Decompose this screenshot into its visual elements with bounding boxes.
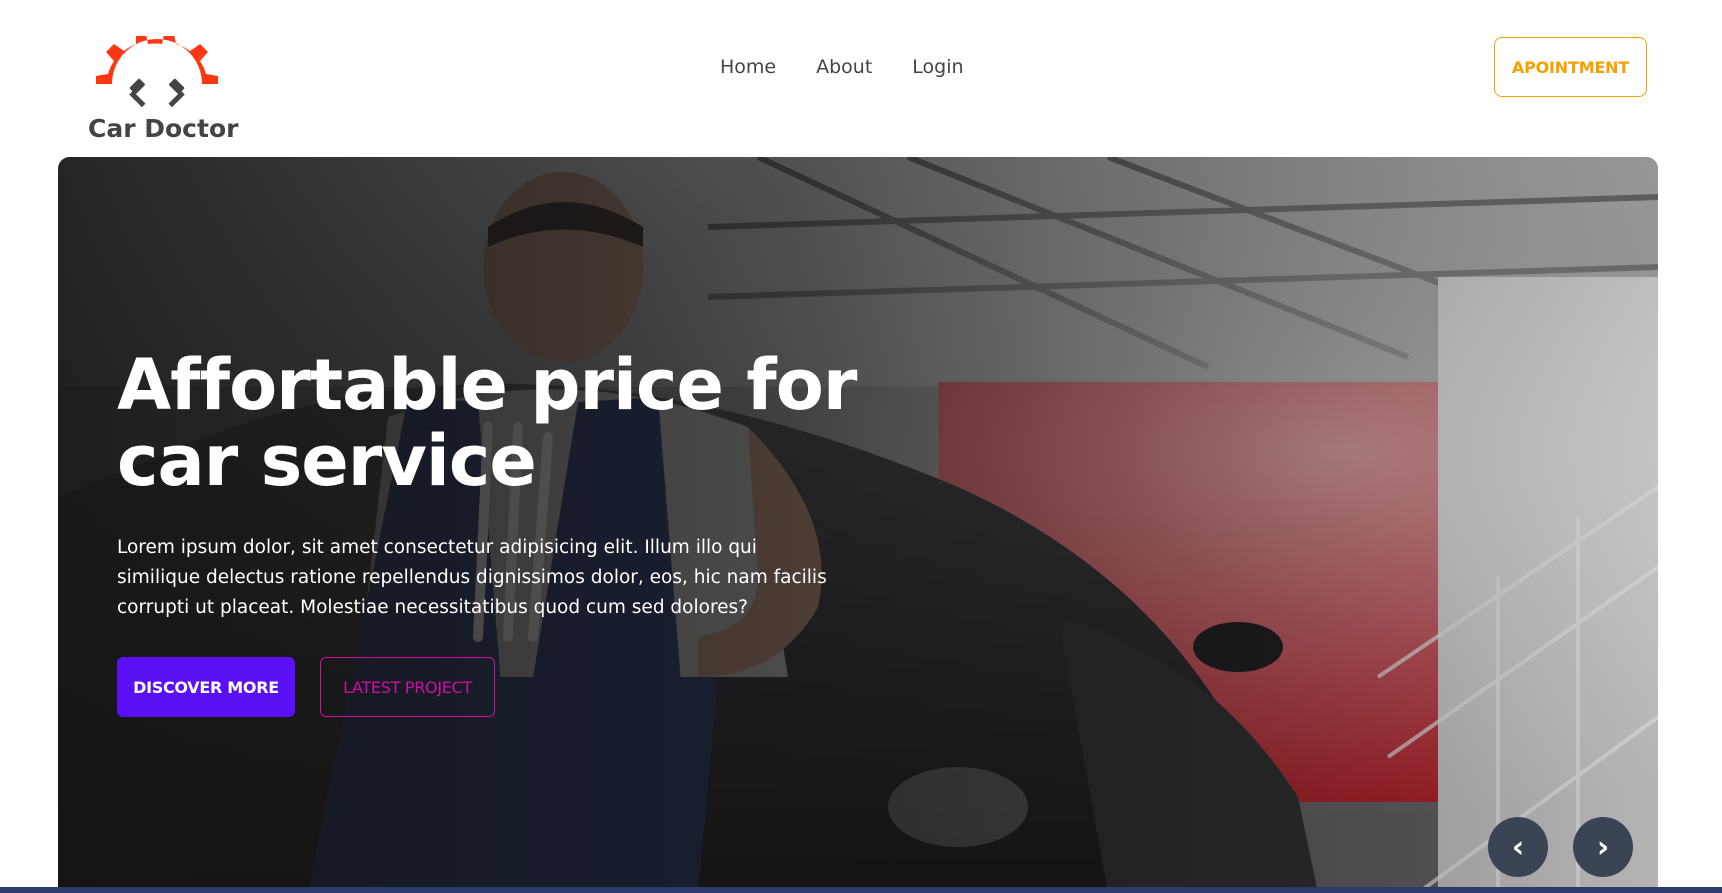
hero-actions: DISCOVER MORE LATEST PROJECT [117,657,495,717]
chevron-right-icon: › [1596,829,1610,865]
chevron-left-icon: ‹ [1511,829,1525,865]
discover-more-button[interactable]: DISCOVER MORE [117,657,295,717]
hero-title: Affortable price for car service [117,344,857,502]
nav-link-about[interactable]: About [816,52,872,82]
hero-description: Lorem ipsum dolor, sit amet consectetur … [117,537,827,618]
navbar: Car Doctor Home About Login APOINTMENT [0,0,1722,157]
nav-links: Home About Login [720,52,964,82]
brand-logo[interactable]: Car Doctor [88,36,239,146]
latest-project-button[interactable]: LATEST PROJECT [320,657,495,717]
hero-banner: Affortable price for car service Lorem i… [58,157,1658,893]
nav-link-login[interactable]: Login [912,52,963,82]
nav-link-home[interactable]: Home [720,52,776,82]
gear-piston-logo-icon [96,36,218,108]
slide-next-button[interactable]: › [1573,817,1633,877]
bottom-edge-bar [0,887,1722,893]
slide-prev-button[interactable]: ‹ [1488,817,1548,877]
appointment-button[interactable]: APOINTMENT [1494,37,1647,97]
hero-overlay [58,157,1658,893]
brand-name: Car Doctor [88,114,239,143]
